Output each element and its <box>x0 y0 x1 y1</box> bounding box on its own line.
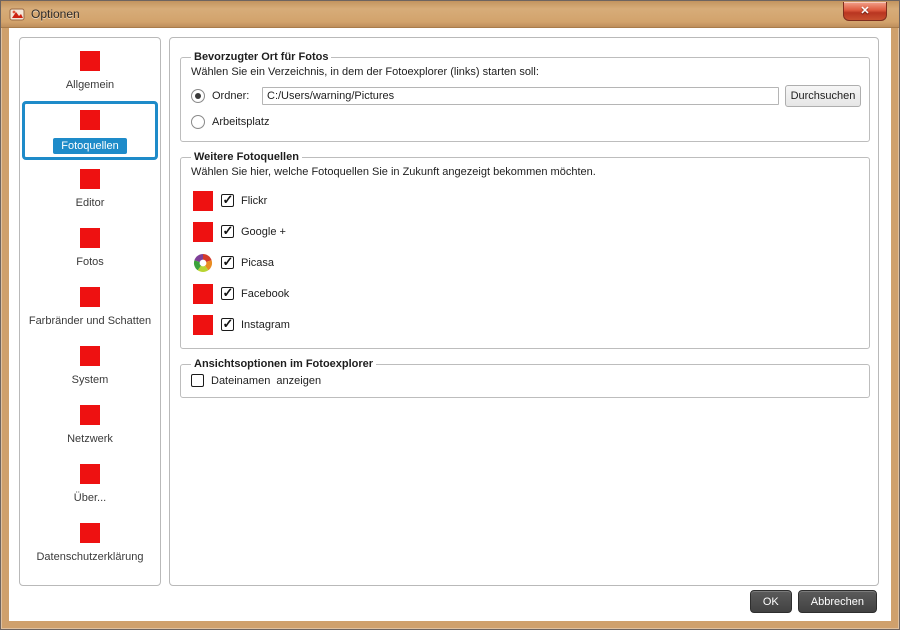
folder-path-input[interactable] <box>262 87 779 105</box>
group-title: Weitere Fotoquellen <box>194 151 299 163</box>
source-row-picasa: Picasa <box>189 247 861 278</box>
app-icon <box>9 6 25 22</box>
instagram-icon <box>193 314 213 335</box>
sidebar-item-label: Netzwerk <box>67 433 113 445</box>
google-plus-checkbox[interactable] <box>221 223 234 239</box>
source-row-flickr: Flickr <box>189 185 861 216</box>
flickr-icon <box>193 190 213 211</box>
facebook-checkbox[interactable] <box>221 285 234 301</box>
system-icon <box>80 346 100 366</box>
group-title: Bevorzugter Ort für Fotos <box>194 51 329 63</box>
folder-radio-label: Ordner: <box>212 90 250 102</box>
sidebar-item-ueber[interactable]: Über... <box>22 455 158 514</box>
ueber-icon <box>80 464 100 484</box>
flickr-checkbox[interactable] <box>221 192 234 208</box>
sidebar-item-label: System <box>71 374 109 386</box>
dialog-footer: OK Abbrechen <box>749 590 877 613</box>
sidebar-item-allgemein[interactable]: Allgemein <box>22 42 158 101</box>
category-sidebar: Allgemein Fotoquellen Editor Fotos Farbr… <box>19 37 161 586</box>
sidebar-item-label: Allgemein <box>65 79 115 91</box>
farbraender-icon <box>80 287 100 307</box>
sidebar-item-label: Fotos <box>76 256 104 268</box>
show-filenames-checkbox[interactable] <box>191 374 204 387</box>
netzwerk-icon <box>80 405 100 425</box>
sidebar-item-label: Farbränder und Schatten <box>28 315 152 327</box>
source-row-google-plus: Google + <box>189 216 861 247</box>
fotos-icon <box>80 228 100 248</box>
google-plus-icon <box>193 221 213 242</box>
group-preferred-location: Bevorzugter Ort für Fotos Wählen Sie ein… <box>180 51 870 142</box>
group-description: Wählen Sie hier, welche Fotoquellen Sie … <box>191 166 596 178</box>
sidebar-item-farbraender[interactable]: Farbränder und Schatten <box>22 278 158 337</box>
editor-icon <box>80 169 100 189</box>
options-dialog: Optionen ✕ Allgemein Fotoquellen Editor … <box>0 0 900 630</box>
browse-button[interactable]: Durchsuchen <box>785 85 861 107</box>
sidebar-item-label: Datenschutzerklärung <box>36 551 144 563</box>
group-view-options: Ansichtsoptionen im Fotoexplorer Dateina… <box>180 358 870 398</box>
facebook-icon <box>193 283 213 304</box>
fotoquellen-icon <box>80 110 100 130</box>
sidebar-item-label: Editor <box>75 197 105 209</box>
folder-radio[interactable] <box>191 89 205 103</box>
sidebar-item-system[interactable]: System <box>22 337 158 396</box>
group-description: Wählen Sie ein Verzeichnis, in dem der F… <box>191 66 539 78</box>
allgemein-icon <box>80 51 100 71</box>
dialog-content: Allgemein Fotoquellen Editor Fotos Farbr… <box>9 28 891 621</box>
sidebar-item-netzwerk[interactable]: Netzwerk <box>22 396 158 455</box>
instagram-checkbox[interactable] <box>221 316 234 332</box>
sidebar-item-datenschutz[interactable]: Datenschutzerklärung <box>22 514 158 573</box>
source-label: Picasa <box>241 256 275 269</box>
close-button[interactable]: ✕ <box>843 2 887 21</box>
sidebar-item-fotoquellen[interactable]: Fotoquellen <box>22 101 158 160</box>
source-row-facebook: Facebook <box>189 278 861 309</box>
show-filenames-label: Dateinamen anzeigen <box>211 374 322 387</box>
source-label: Flickr <box>241 194 268 207</box>
group-photo-sources: Weitere Fotoquellen Wählen Sie hier, wel… <box>180 151 870 349</box>
source-row-instagram: Instagram <box>189 309 861 340</box>
source-label: Facebook <box>241 287 290 300</box>
sidebar-item-label: Über... <box>73 492 107 504</box>
settings-panel: Bevorzugter Ort für Fotos Wählen Sie ein… <box>169 37 879 586</box>
picasa-icon <box>193 253 213 273</box>
workspace-radio-label: Arbeitsplatz <box>212 116 270 128</box>
datenschutz-icon <box>80 523 100 543</box>
title-bar: Optionen ✕ <box>1 1 899 28</box>
group-title: Ansichtsoptionen im Fotoexplorer <box>194 358 374 370</box>
sidebar-item-editor[interactable]: Editor <box>22 160 158 219</box>
ok-button[interactable]: OK <box>749 590 792 613</box>
sidebar-item-label: Fotoquellen <box>53 138 127 154</box>
workspace-radio[interactable] <box>191 115 205 129</box>
window-title: Optionen <box>31 7 80 21</box>
picasa-checkbox[interactable] <box>221 254 234 270</box>
sidebar-item-fotos[interactable]: Fotos <box>22 219 158 278</box>
cancel-button[interactable]: Abbrechen <box>797 590 877 613</box>
source-label: Google + <box>241 225 286 238</box>
source-label: Instagram <box>241 318 290 331</box>
